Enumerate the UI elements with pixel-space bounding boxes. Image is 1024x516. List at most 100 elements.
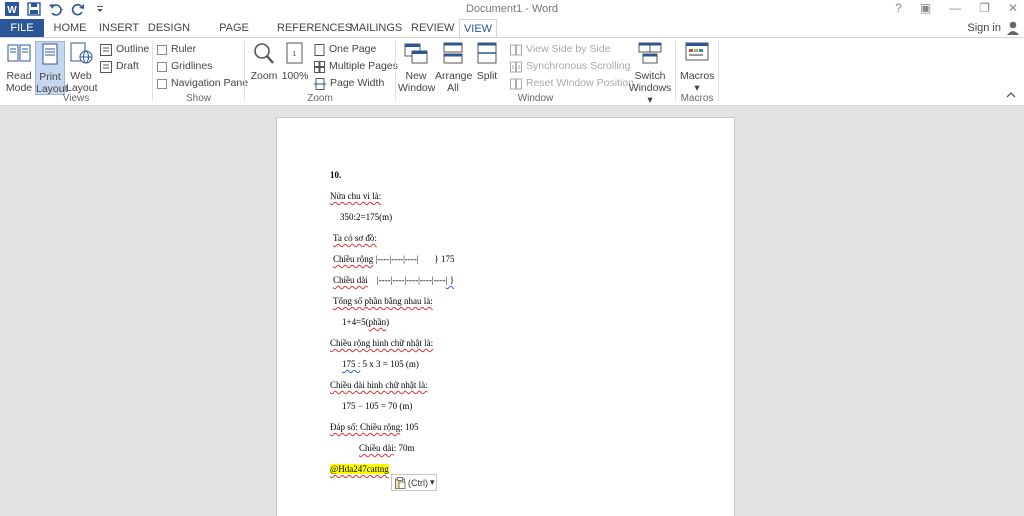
split-label: Split [476, 70, 498, 82]
zoom-label: Zoom [250, 70, 278, 82]
doc-line: 175 : 5 x 3 = 105 (m) [342, 359, 419, 369]
doc-line: Chiều dài hình chữ nhật là: [330, 380, 428, 390]
read-mode-icon [7, 44, 31, 62]
page-width-button[interactable]: Page Width [314, 76, 384, 91]
outline-button[interactable]: Outline [100, 42, 149, 57]
switch-windows-label-1: Switch [634, 70, 666, 82]
reset-window-position-icon [510, 78, 522, 89]
ruler-label: Ruler [171, 43, 197, 55]
synchronous-scrolling-button[interactable]: Synchronous Scrolling [510, 59, 630, 74]
web-layout-label-1: Web [70, 70, 92, 82]
doc-line: Chiều dài |----|----|----|----|----| } [333, 275, 454, 285]
group-show: Ruler Gridlines Navigation Pane Show [153, 38, 248, 105]
navigation-pane-checkbox-box[interactable] [157, 78, 167, 89]
doc-text: Đáp số: Chiều rộng [330, 422, 401, 432]
doc-line: 1+4=5(phần) [342, 317, 389, 327]
doc-line: Chiều rộng hình chữ nhật là: [330, 338, 434, 348]
doc-line: Đáp số: Chiều rộng: 105 [330, 422, 419, 432]
title-bar: W Document1 - Word ? ▣ — ❐ ✕ [0, 0, 1024, 19]
doc-line: Chiều rộng |----|----|----| } 175 [333, 254, 455, 264]
navigation-pane-checkbox[interactable]: Navigation Pane [157, 76, 248, 91]
document-page[interactable]: 10. Nửa chu vi là: 350:2=175(m) Ta có sơ… [276, 117, 735, 516]
window-title: Document1 - Word [465, 3, 559, 15]
paste-options-arrow: ▾ [430, 477, 435, 487]
group-macros: Macros ▾ Macros [676, 38, 718, 105]
doc-text: ) [386, 317, 390, 327]
paste-options-button[interactable]: (Ctrl) ▾ [391, 474, 437, 491]
doc-text: Chiều dài [333, 275, 368, 285]
restore-button[interactable]: ❐ [979, 1, 990, 15]
doc-line: @Hda247cattng [330, 464, 389, 474]
new-window-label-1: New [405, 70, 427, 82]
tab-file[interactable]: FILE [0, 19, 44, 37]
svg-text:1: 1 [293, 51, 297, 58]
problem-number: 10. [330, 170, 342, 180]
new-window-icon [404, 43, 428, 64]
ribbon-view: Read Mode Print Layout Web Layout Outlin… [0, 37, 1024, 106]
multiple-pages-icon [314, 60, 325, 73]
split-icon [477, 42, 497, 64]
view-side-by-side-button[interactable]: View Side by Side [510, 42, 610, 57]
outline-icon [100, 43, 112, 56]
doc-text: Chiều rộng [333, 254, 374, 264]
doc-text: : 70m [393, 443, 415, 453]
reset-window-position-label: Reset Window Position [526, 77, 634, 89]
tab-insert[interactable]: INSERT [98, 19, 140, 37]
minimize-button[interactable]: — [949, 1, 961, 15]
draft-label: Draft [116, 60, 139, 72]
tab-view[interactable]: VIEW [459, 19, 497, 38]
doc-text: 1+4=5( [342, 317, 369, 327]
ruler-checkbox-box[interactable] [157, 44, 167, 55]
sign-in-link[interactable]: Sign in [967, 22, 1001, 34]
views-group-label: Views [62, 93, 90, 104]
one-page-button[interactable]: One Page [314, 42, 376, 57]
tab-review[interactable]: REVIEW [411, 19, 454, 37]
clipboard-icon [395, 476, 406, 489]
doc-line: 175 − 105 = 70 (m) [342, 401, 413, 411]
new-window-button[interactable]: New Window [398, 41, 435, 94]
draft-button[interactable]: Draft [100, 59, 139, 74]
ruler-checkbox[interactable]: Ruler [157, 42, 196, 57]
close-button[interactable]: ✕ [1008, 1, 1018, 15]
reset-window-position-button[interactable]: Reset Window Position [510, 76, 634, 91]
user-avatar-icon[interactable] [1006, 20, 1020, 35]
print-layout-button[interactable]: Print Layout [35, 41, 68, 95]
arrange-all-button[interactable]: Arrange All [435, 41, 472, 94]
doc-text: | } [445, 275, 455, 285]
collapse-ribbon-icon[interactable] [1006, 91, 1016, 102]
group-views: Read Mode Print Layout Web Layout Outlin… [0, 38, 152, 105]
gridlines-label: Gridlines [171, 60, 213, 72]
multiple-pages-button[interactable]: Multiple Pages [314, 59, 398, 74]
arrange-all-icon [443, 42, 463, 64]
doc-text: } 175 [418, 254, 455, 264]
tab-references[interactable]: REFERENCES [277, 19, 352, 37]
doc-text: Chiều dài [359, 443, 394, 453]
tab-mailings[interactable]: MAILINGS [347, 19, 405, 37]
tab-page-layout[interactable]: PAGE LAYOUT [199, 19, 269, 52]
read-mode-button[interactable]: Read Mode [4, 41, 34, 94]
tab-home[interactable]: HOME [50, 19, 90, 37]
magnifier-icon [254, 43, 274, 64]
zoom-100-button[interactable]: 1 100% [281, 41, 309, 82]
ribbon-display-options-button[interactable]: ▣ [920, 1, 931, 15]
split-button[interactable]: Split [472, 41, 502, 82]
help-button[interactable]: ? [895, 1, 902, 15]
doc-text: : 105 [400, 422, 419, 432]
macros-button[interactable]: Macros ▾ [680, 41, 714, 94]
paste-options-label: (Ctrl) [408, 477, 428, 488]
doc-text: 5 x 3 = 105 (m) [360, 359, 419, 369]
group-zoom: Zoom 1 100% One Page Multiple Pages Page… [245, 38, 398, 105]
tab-design[interactable]: DESIGN [147, 19, 191, 37]
doc-line: 350:2=175(m) [340, 212, 393, 222]
zoom-100-icon: 1 [286, 42, 303, 64]
synchronous-scrolling-label: Synchronous Scrolling [526, 60, 631, 72]
web-layout-button[interactable]: Web Layout [66, 41, 98, 94]
navigation-pane-label: Navigation Pane [171, 77, 249, 89]
window-group-label: Window [517, 93, 554, 104]
read-mode-label-1: Read [6, 70, 32, 82]
gridlines-checkbox[interactable]: Gridlines [157, 59, 212, 74]
gridlines-checkbox-box[interactable] [157, 61, 167, 72]
zoom-button[interactable]: Zoom [249, 41, 279, 82]
doc-text: phần [368, 317, 387, 327]
doc-text: |----|----|----| [373, 254, 419, 264]
